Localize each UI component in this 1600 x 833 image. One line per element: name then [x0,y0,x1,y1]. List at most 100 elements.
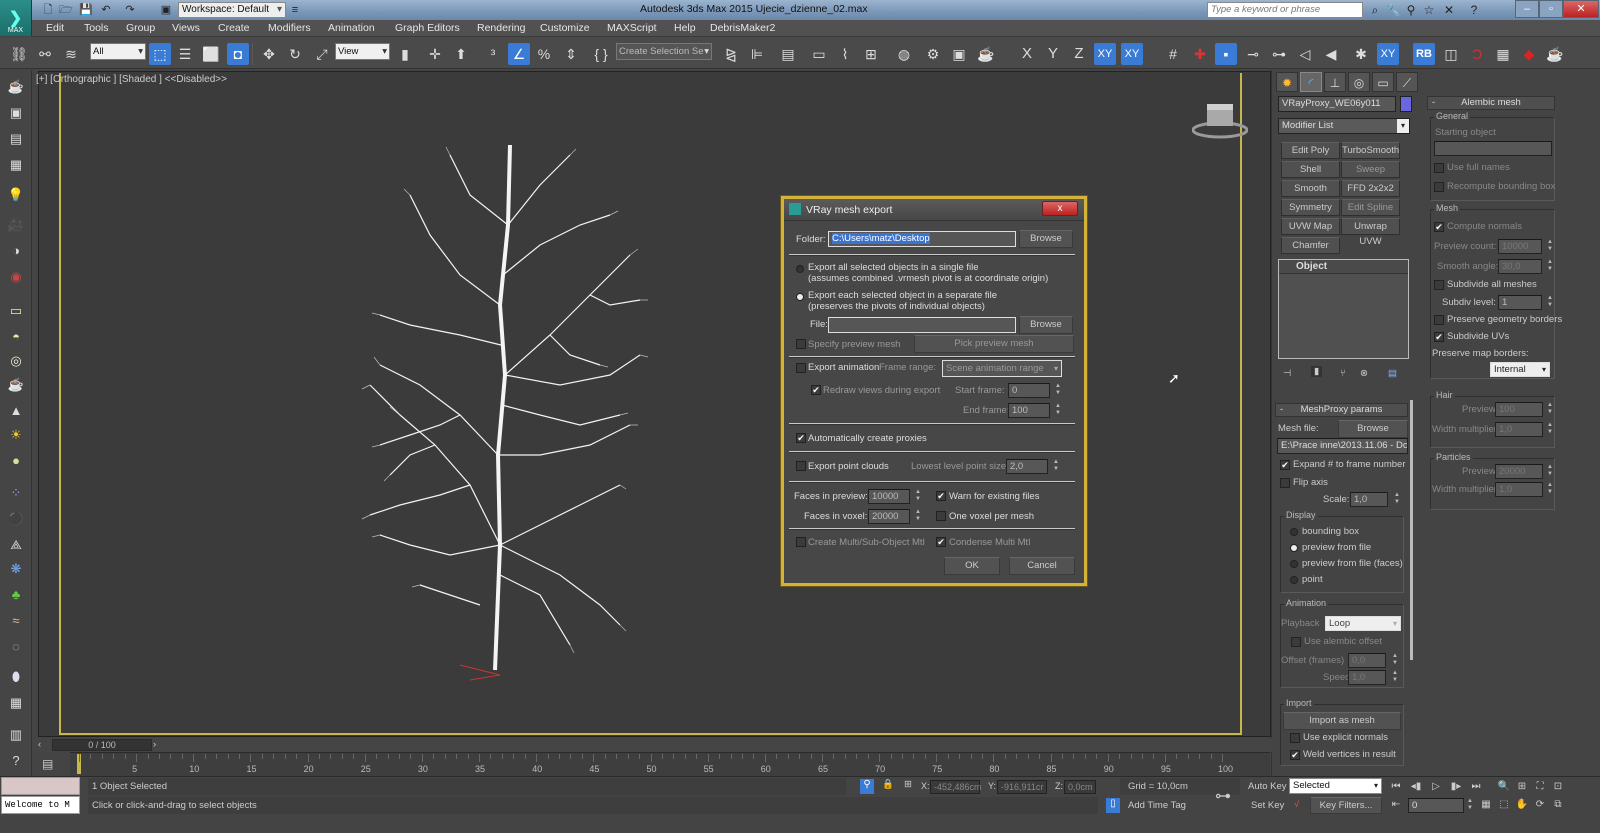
faces-preview-spinner[interactable]: ▲ ▼ [914,489,922,504]
open-file-icon[interactable]: 🗁 [58,2,74,18]
material-editor-icon[interactable]: ◍ [893,43,915,65]
close-button[interactable]: ✕ [1563,0,1599,18]
sun-icon[interactable]: ☀ [6,426,26,444]
create-multi-sub-checkbox[interactable] [796,537,806,547]
one-voxel-checkbox[interactable] [936,511,946,521]
hair-fur-icon[interactable]: ≈ [6,612,26,630]
alembic-rollout-header[interactable]: - Alembic mesh [1427,96,1555,110]
isolate-selection-icon[interactable]: ⚲ [860,779,874,794]
time-slider[interactable]: 0 / 100 [52,739,152,751]
edit-named-selection-icon[interactable]: { } [590,43,612,65]
x-coord-input[interactable]: -452,486cm [930,780,982,794]
render-production-icon[interactable]: ☕ [975,43,997,65]
frame-range-dropdown[interactable]: Scene animation range ▾ [942,360,1062,377]
render-setup-icon[interactable]: ⚙ [922,43,944,65]
import-as-mesh-button[interactable]: Import as mesh [1283,712,1401,730]
key-filters-button[interactable]: Key Filters... [1310,797,1382,814]
recompute-bbox-checkbox[interactable] [1434,182,1444,192]
viewcube[interactable] [1192,100,1248,140]
start-frame-spinner[interactable]: ▲ ▼ [1054,383,1062,398]
new-file-icon[interactable]: 🗋 [40,2,56,18]
time-prev-icon[interactable]: ‹ [38,739,41,750]
disc-icon[interactable]: ● [6,452,26,470]
minimize-button[interactable]: – [1515,0,1539,18]
binoculars-icon[interactable]: ⌕ [1367,2,1383,18]
snap-toggle-icon[interactable]: ³ [482,43,504,65]
app-menu-button[interactable]: ❯ MAX [0,0,32,36]
toggle-ribbon-icon[interactable]: ▭ [808,43,830,65]
smooth-angle-spinner[interactable]: ▲ ▼ [1546,259,1554,274]
offset-spinner[interactable]: ▲ ▼ [1391,653,1399,668]
menu-edit[interactable]: Edit [46,22,64,34]
compute-normals-checkbox[interactable]: ✔ [1434,222,1444,232]
menu-graph-editors[interactable]: Graph Editors [395,22,460,34]
mesh-file-path[interactable]: E:\Prace inne\2013.11.06 - Dor [1277,438,1408,454]
offset-input[interactable]: 0,0 [1348,653,1386,668]
pan-view-icon[interactable]: ✋ [1514,798,1530,812]
add-time-tag-button[interactable]: Add Time Tag [1128,800,1186,811]
dialog-title-bar[interactable]: VRay mesh export x [784,199,1084,221]
menu-help[interactable]: Help [674,22,696,34]
snap-xy-button[interactable]: XY [1377,43,1399,65]
axis-y-button[interactable]: Y [1042,43,1064,65]
movie-camera-icon[interactable]: ◉ [6,268,26,286]
faces-voxel-spinner[interactable]: ▲ ▼ [914,509,922,524]
key-mode-dropdown[interactable]: Selected ▾ [1289,778,1382,794]
display-point-radio[interactable] [1290,576,1298,584]
keyboard-shortcut-icon[interactable]: ⬆ [450,43,472,65]
hair-preview-count-input[interactable]: 100 [1495,402,1543,417]
previous-frame-icon[interactable]: ◂▮ [1408,780,1424,794]
subdiv-level-input[interactable]: 1 [1498,295,1542,310]
render-frame-icon[interactable]: ▣ [6,104,26,122]
menu-rendering[interactable]: Rendering [477,22,525,34]
help-icon[interactable]: ? [1466,2,1482,18]
modifier-edit-spline-button[interactable]: Edit Spline [1341,199,1400,216]
subdiv-level-spinner[interactable]: ▲ ▼ [1546,295,1554,310]
scale-input[interactable]: 1,0 [1350,492,1388,507]
endpoint-snap-icon[interactable]: ⊸ [1242,43,1264,65]
grid-panel-icon[interactable]: ▦ [6,156,26,174]
zoom-icon[interactable]: 🔍 [1496,780,1512,794]
y-coord-input[interactable]: -916,911cr [997,780,1047,794]
panel-icon[interactable]: ▤ [6,130,26,148]
use-explicit-normals-checkbox[interactable] [1290,733,1300,743]
faces-preview-input[interactable]: 10000 [868,489,910,504]
layer-explorer-icon[interactable]: ▤ [777,43,799,65]
particles-preview-count-spinner[interactable]: ▲ ▼ [1546,464,1554,479]
snap-options-icon[interactable]: ✱ [1350,43,1372,65]
condense-multi-checkbox[interactable]: ✔ [936,537,946,547]
file-browse-button[interactable]: Browse [1019,316,1073,334]
modifier-edit-poly-button[interactable]: Edit Poly [1281,142,1340,159]
playback-dropdown[interactable]: Loop ▾ [1325,616,1401,631]
scatter-icon[interactable]: ◌ [6,638,26,656]
starting-object-input[interactable] [1434,141,1552,156]
key-tangent-icon[interactable]: √ [1294,799,1299,810]
search-input[interactable]: Type a keyword or phrase [1207,2,1363,18]
alembic-preview-count-input[interactable]: 10000 [1498,239,1542,254]
menu-animation[interactable]: Animation [328,22,375,34]
selection-lock-icon[interactable]: 🔒 [882,779,894,790]
display-tab-icon[interactable]: ▭ [1372,72,1394,92]
z-coord-input[interactable]: 0,0cm [1064,780,1096,794]
next-frame-icon[interactable]: ▮▸ [1448,780,1464,794]
remove-modifier-icon[interactable]: ⊗ [1360,368,1368,379]
menu-modifiers[interactable]: Modifiers [268,22,311,34]
teapot-icon[interactable]: ☕ [6,78,26,96]
bind-space-warp-icon[interactable]: ≋ [60,43,82,65]
link-icon[interactable]: ⛓ [8,43,30,65]
select-object-icon[interactable]: ⬚ [149,43,171,65]
edge-snap-icon[interactable]: ◁ [1294,43,1316,65]
zoom-extents-icon[interactable]: ⛶ [1532,780,1548,794]
use-full-names-checkbox[interactable] [1434,163,1444,173]
current-frame-input[interactable]: 0 [1408,798,1464,813]
scale-spinner[interactable]: ▲ ▼ [1393,492,1401,507]
axis-z-button[interactable]: Z [1068,43,1090,65]
modifier-shell-button[interactable]: Shell [1281,161,1340,178]
help-circle-icon[interactable]: ? [6,752,26,770]
modifier-ffd-button[interactable]: FFD 2x2x2 [1341,180,1400,197]
alembic-preview-count-spinner[interactable]: ▲ ▼ [1546,239,1554,254]
scale-icon[interactable]: ⤢ [311,43,333,65]
maximize-viewport-icon[interactable]: ⧉ [1550,798,1566,812]
end-frame-input[interactable]: 100 [1008,403,1050,418]
mesh-file-browse-button[interactable]: Browse [1338,420,1408,438]
